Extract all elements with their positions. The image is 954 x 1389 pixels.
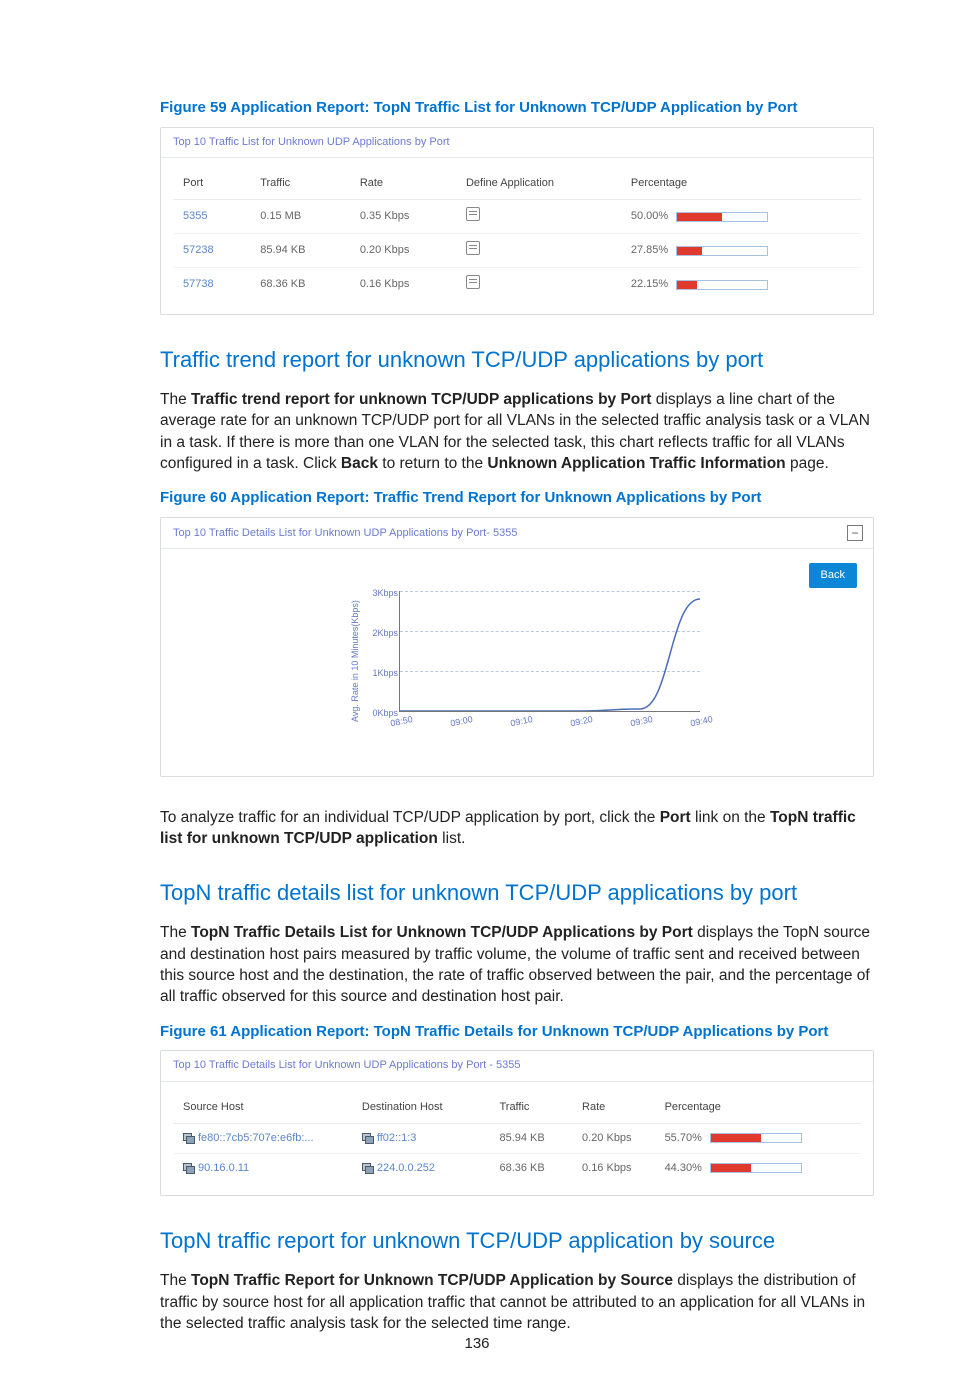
fig61-panel: Top 10 Traffic Details List for Unknown … [160,1050,874,1196]
pct-bar [676,280,768,290]
back-button[interactable]: Back [809,563,857,588]
page-number: 136 [0,1334,954,1355]
fig59-panel-title: Top 10 Traffic List for Unknown UDP Appl… [161,128,873,158]
section-by-source-heading: TopN traffic report for unknown TCP/UDP … [160,1226,874,1256]
define-application-icon[interactable] [466,275,480,289]
x-tick: 09:10 [509,713,534,730]
pct-label: 44.30% [665,1161,702,1176]
fig59-panel: Top 10 Traffic List for Unknown UDP Appl… [160,127,874,315]
host-icon [362,1163,373,1172]
destination-host-link[interactable]: ff02::1:3 [377,1132,417,1144]
section-details-list-heading: TopN traffic details list for unknown TC… [160,878,874,908]
collapse-icon[interactable]: − [847,525,863,541]
x-tick: 09:30 [629,713,654,730]
trend-line [400,591,700,711]
pct-bar [676,246,768,256]
figure-59-caption: Figure 59 Application Report: TopN Traff… [160,98,874,119]
table-row: 5723885.94 KB0.20 Kbps27.85% [173,234,861,268]
destination-host-link[interactable]: 224.0.0.252 [377,1162,435,1174]
x-tick: 09:40 [689,713,714,730]
figure-60-caption: Figure 60 Application Report: Traffic Tr… [160,488,874,509]
pct-bar [710,1133,802,1143]
col-pct: Percentage [621,168,861,200]
col-rate: Rate [350,168,456,200]
table-row: 5773868.36 KB0.16 Kbps22.15% [173,268,861,302]
col-src: Source Host [173,1092,352,1124]
col-port: Port [173,168,250,200]
table-row: fe80::7cb5:707e:e6fb:...ff02::1:385.94 K… [173,1123,861,1153]
pct-label: 22.15% [631,277,668,292]
col-define: Define Application [456,168,621,200]
trend-chart: Avg. Rate in 10 Minutes(Kbps) 3Kbps2Kbps… [381,591,701,731]
fig60-panel-title: Top 10 Traffic Details List for Unknown … [161,518,873,549]
host-icon [362,1133,373,1142]
figure-61-caption: Figure 61 Application Report: TopN Traff… [160,1022,874,1043]
x-tick: 09:20 [569,713,594,730]
port-link[interactable]: 57738 [183,278,214,290]
fig59-table: Port Traffic Rate Define Application Per… [173,168,861,302]
section-traffic-trend-heading: Traffic trend report for unknown TCP/UDP… [160,345,874,375]
col-dst: Destination Host [352,1092,490,1124]
col-rate2: Rate [572,1092,655,1124]
pct-label: 27.85% [631,243,668,258]
col-traffic: Traffic [250,168,350,200]
x-tick: 09:00 [449,713,474,730]
fig61-table: Source Host Destination Host Traffic Rat… [173,1092,861,1184]
fig60-panel: Top 10 Traffic Details List for Unknown … [160,517,874,777]
mid-paragraph: To analyze traffic for an individual TCP… [160,807,874,850]
section-details-list-body: The TopN Traffic Details List for Unknow… [160,922,874,1008]
host-icon [183,1163,194,1172]
source-host-link[interactable]: 90.16.0.11 [198,1162,249,1174]
pct-label: 50.00% [631,209,668,224]
host-icon [183,1133,194,1142]
table-row: 53550.15 MB0.35 Kbps50.00% [173,200,861,234]
y-tick: 1Kbps [366,667,398,679]
section-by-source-body: The TopN Traffic Report for Unknown TCP/… [160,1270,874,1334]
pct-bar [710,1163,802,1173]
define-application-icon[interactable] [466,207,480,221]
port-link[interactable]: 57238 [183,244,214,256]
pct-label: 55.70% [665,1131,702,1146]
fig61-panel-title: Top 10 Traffic Details List for Unknown … [161,1051,873,1081]
define-application-icon[interactable] [466,241,480,255]
section-traffic-trend-body: The Traffic trend report for unknown TCP… [160,389,874,475]
port-link[interactable]: 5355 [183,210,207,222]
source-host-link[interactable]: fe80::7cb5:707e:e6fb:... [198,1132,314,1144]
col-pct2: Percentage [655,1092,861,1124]
y-tick: 3Kbps [366,587,398,599]
y-tick: 2Kbps [366,627,398,639]
col-traffic2: Traffic [489,1092,572,1124]
pct-bar [676,212,768,222]
table-row: 90.16.0.11224.0.0.25268.36 KB0.16 Kbps44… [173,1153,861,1183]
